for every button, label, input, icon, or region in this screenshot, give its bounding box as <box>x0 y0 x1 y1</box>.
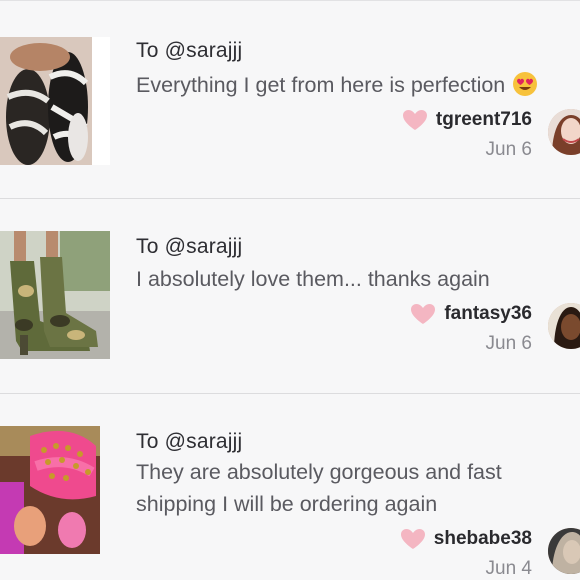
user-avatar[interactable] <box>548 303 580 349</box>
avatar-image <box>548 528 580 574</box>
heart-icon <box>400 529 425 549</box>
review-author[interactable]: tgreent716 <box>402 109 532 131</box>
product-thumbnail[interactable] <box>0 231 110 359</box>
review-date: Jun 6 <box>485 333 532 354</box>
author-username: tgreent716 <box>435 109 532 130</box>
author-username: fantasy36 <box>444 303 532 324</box>
recipient-label: To @sarajjj <box>136 235 243 258</box>
recipient-label: To @sarajjj <box>136 39 243 62</box>
review-card: To @sarajjj They are absolutely gorgeous… <box>0 394 580 580</box>
review-author[interactable]: shebabe38 <box>400 528 532 550</box>
love-notes-feed: To @sarajjj Everything I get from here i… <box>0 0 580 580</box>
review-comment-text: Everything I get from here is perfection <box>136 73 506 97</box>
review-comment: Everything I get from here is perfection <box>136 69 580 101</box>
review-author[interactable]: fantasy36 <box>410 303 532 325</box>
user-avatar[interactable] <box>548 528 580 574</box>
review-comment: I absolutely love them... thanks again <box>136 267 490 291</box>
user-avatar[interactable] <box>548 109 580 155</box>
sandals-rhinestone-image <box>0 37 110 165</box>
product-thumbnail[interactable] <box>0 426 100 554</box>
avatar-image <box>548 303 580 349</box>
pink-studded-sandals-image <box>0 426 100 554</box>
review-date: Jun 6 <box>485 139 532 160</box>
review-comment: They are absolutely gorgeous and fast sh… <box>136 460 502 516</box>
avatar-image <box>548 109 580 155</box>
author-username: shebabe38 <box>433 528 532 549</box>
review-date: Jun 4 <box>485 558 532 579</box>
heart-icon <box>411 304 436 324</box>
heart-icon <box>402 110 427 130</box>
heart-eyes-emoji-icon <box>513 72 538 96</box>
camo-boots-image <box>0 231 110 359</box>
product-thumbnail[interactable] <box>0 37 110 165</box>
review-card: To @sarajjj Everything I get from here i… <box>0 1 580 199</box>
recipient-label: To @sarajjj <box>136 430 243 453</box>
review-card: To @sarajjj I absolutely love them... th… <box>0 199 580 394</box>
